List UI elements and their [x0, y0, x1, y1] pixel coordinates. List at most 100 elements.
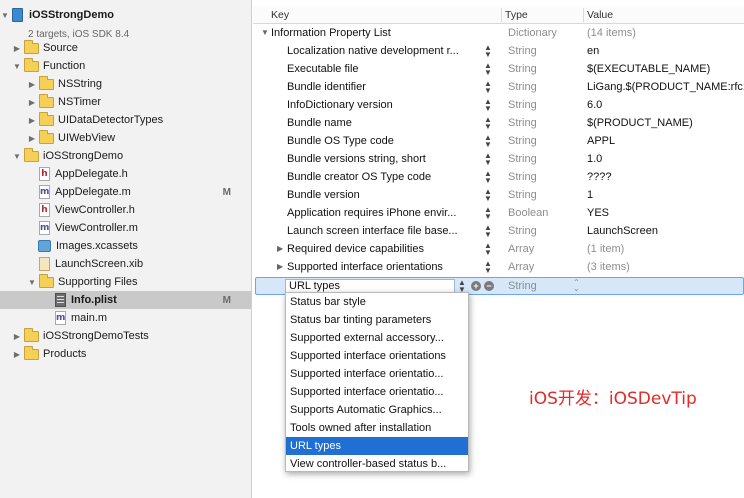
- nav-item-images-xcassets[interactable]: Images.xcassets: [0, 237, 251, 255]
- column-divider[interactable]: [501, 8, 502, 22]
- column-value[interactable]: Value: [587, 9, 613, 21]
- chevron-right-icon[interactable]: ▶: [12, 350, 22, 359]
- plist-value[interactable]: $(EXECUTABLE_NAME): [587, 63, 744, 75]
- column-key[interactable]: Key: [271, 9, 289, 21]
- column-type[interactable]: Type: [505, 9, 528, 21]
- plist-type[interactable]: String: [508, 225, 537, 237]
- nav-item-function[interactable]: ▼ Function: [0, 57, 251, 75]
- nav-item-viewcontroller-h[interactable]: h ViewController.h: [0, 201, 251, 219]
- column-divider[interactable]: [583, 8, 584, 22]
- plist-row[interactable]: Bundle identifier ▲ ▼ String LiGang.$(PRODUC…: [253, 78, 744, 96]
- nav-item-viewcontroller-m[interactable]: m ViewController.m: [0, 219, 251, 237]
- plist-row[interactable]: InfoDictionary version ▲ ▼ String 6.0: [253, 96, 744, 114]
- stepper-icon[interactable]: ▲ ▼: [484, 206, 492, 221]
- plist-value[interactable]: LiGang.$(PRODUCT_NAME:rfc1034identifier): [587, 81, 744, 93]
- nav-item-nstimer[interactable]: ▶ NSTimer: [0, 93, 251, 111]
- dropdown-item[interactable]: Tools owned after installation: [286, 419, 468, 437]
- plist-type[interactable]: String: [508, 81, 537, 93]
- nav-item-appdelegate-m[interactable]: m AppDelegate.m M: [0, 183, 251, 201]
- plist-type[interactable]: String: [508, 153, 537, 165]
- dropdown-item[interactable]: Status bar style: [286, 293, 468, 311]
- stepper-icon[interactable]: ▲ ▼: [484, 98, 492, 113]
- plist-row[interactable]: ▶ Required device capabilities ▲ ▼ Array (1 i…: [253, 240, 744, 258]
- plist-value[interactable]: en: [587, 45, 744, 57]
- plist-value[interactable]: $(PRODUCT_NAME): [587, 117, 744, 129]
- plist-row[interactable]: Bundle creator OS Type code ▲ ▼ String????: [253, 168, 744, 186]
- plist-type[interactable]: Array: [508, 243, 534, 255]
- chevron-right-icon[interactable]: ▶: [277, 244, 283, 253]
- stepper-icon[interactable]: ▲ ▼: [484, 80, 492, 95]
- plist-type[interactable]: Boolean: [508, 207, 548, 219]
- plist-type[interactable]: String: [508, 63, 537, 75]
- chevron-down-icon[interactable]: ▼: [12, 152, 22, 161]
- dropdown-item[interactable]: Supports Automatic Graphics...: [286, 401, 468, 419]
- nav-item-nsstring[interactable]: ▶ NSString: [0, 75, 251, 93]
- chevron-right-icon[interactable]: ▶: [12, 332, 22, 341]
- dropdown-item[interactable]: Status bar tinting parameters: [286, 311, 468, 329]
- stepper-icon[interactable]: ▲ ▼: [484, 224, 492, 239]
- plist-row[interactable]: Localization native development r... ▲ ▼ St…: [253, 42, 744, 60]
- plist-value[interactable]: 1.0: [587, 153, 744, 165]
- project-root-item[interactable]: ▼ iOSStrongDemo 2 targets, iOS SDK 8.4: [0, 5, 251, 40]
- nav-item-source[interactable]: ▶ Source: [0, 39, 251, 57]
- chevron-down-icon[interactable]: ▼: [27, 278, 37, 287]
- plist-value[interactable]: APPL: [587, 135, 744, 147]
- plist-value[interactable]: 1: [587, 189, 744, 201]
- plist-type[interactable]: String: [508, 280, 537, 292]
- chevron-right-icon[interactable]: ▶: [27, 98, 37, 107]
- chevron-right-icon[interactable]: ▶: [27, 134, 37, 143]
- nav-item-iosstrongdemotests[interactable]: ▶ iOSStrongDemoTests: [0, 327, 251, 345]
- plist-root-row[interactable]: ▼ Information Property List Dictionary (…: [253, 24, 744, 42]
- plist-type[interactable]: String: [508, 135, 537, 147]
- nav-item-info-plist[interactable]: Info.plist M: [0, 291, 251, 309]
- chevron-down-icon[interactable]: ▼: [12, 62, 22, 71]
- stepper-icon[interactable]: ▲ ▼: [484, 260, 492, 275]
- plist-row[interactable]: Executable file ▲ ▼ String $(EXECUTABLE_NAME…: [253, 60, 744, 78]
- plist-value[interactable]: 6.0: [587, 99, 744, 111]
- chevron-right-icon[interactable]: ▶: [27, 116, 37, 125]
- stepper-icon[interactable]: ▲ ▼: [484, 188, 492, 203]
- nav-item-iosstrongdemo-group[interactable]: ▼ iOSStrongDemo: [0, 147, 251, 165]
- nav-item-main-m[interactable]: m main.m: [0, 309, 251, 327]
- remove-row-button[interactable]: −: [484, 281, 494, 291]
- plist-type[interactable]: Array: [508, 261, 534, 273]
- dropdown-item[interactable]: URL types: [286, 437, 468, 455]
- plist-type[interactable]: String: [508, 99, 537, 111]
- stepper-icon[interactable]: ▲ ▼: [458, 279, 466, 294]
- dropdown-item[interactable]: Supported external accessory...: [286, 329, 468, 347]
- plist-value[interactable]: (3 items): [587, 261, 744, 273]
- stepper-icon[interactable]: ▲ ▼: [484, 116, 492, 131]
- nav-item-supporting-files[interactable]: ▼ Supporting Files: [0, 273, 251, 291]
- add-row-button[interactable]: +: [471, 281, 481, 291]
- plist-value[interactable]: ????: [587, 171, 744, 183]
- plist-value[interactable]: YES: [587, 207, 744, 219]
- dropdown-item[interactable]: Supported interface orientations: [286, 347, 468, 365]
- plist-type[interactable]: String: [508, 171, 537, 183]
- dropdown-item[interactable]: Supported interface orientatio...: [286, 365, 468, 383]
- plist-type[interactable]: String: [508, 45, 537, 57]
- chevron-down-icon[interactable]: ▼: [0, 11, 10, 20]
- chevron-right-icon[interactable]: ▶: [27, 80, 37, 89]
- chevron-right-icon[interactable]: ▶: [277, 262, 283, 271]
- key-input[interactable]: URL types: [285, 279, 455, 293]
- plist-row[interactable]: Bundle versions string, short ▲ ▼ String 1.0: [253, 150, 744, 168]
- stepper-icon[interactable]: ▲ ▼: [484, 170, 492, 185]
- plist-type[interactable]: Dictionary: [508, 27, 557, 39]
- chevron-right-icon[interactable]: ▶: [12, 44, 22, 53]
- nav-item-uidatadetectortypes[interactable]: ▶ UIDataDetectorTypes: [0, 111, 251, 129]
- plist-row[interactable]: Bundle name ▲ ▼ String $(PRODUCT_NAME): [253, 114, 744, 132]
- plist-value[interactable]: LaunchScreen: [587, 225, 744, 237]
- updown-icon[interactable]: ⌃ ⌄: [573, 279, 580, 293]
- dropdown-item[interactable]: View controller-based status b...: [286, 455, 468, 473]
- stepper-icon[interactable]: ▲ ▼: [484, 242, 492, 257]
- nav-item-launchscreen-xib[interactable]: LaunchScreen.xib: [0, 255, 251, 273]
- plist-row[interactable]: ▶ Supported interface orientations ▲ ▼ Array…: [253, 258, 744, 276]
- nav-item-products[interactable]: ▶ Products: [0, 345, 251, 363]
- nav-item-appdelegate-h[interactable]: h AppDelegate.h: [0, 165, 251, 183]
- plist-type[interactable]: String: [508, 117, 537, 129]
- plist-row[interactable]: Bundle version ▲ ▼ String 1: [253, 186, 744, 204]
- plist-row[interactable]: Application requires iPhone envir... ▲ ▼ Bo…: [253, 204, 744, 222]
- nav-item-uiwebview[interactable]: ▶ UIWebView: [0, 129, 251, 147]
- stepper-icon[interactable]: ▲ ▼: [484, 152, 492, 167]
- plist-type[interactable]: String: [508, 189, 537, 201]
